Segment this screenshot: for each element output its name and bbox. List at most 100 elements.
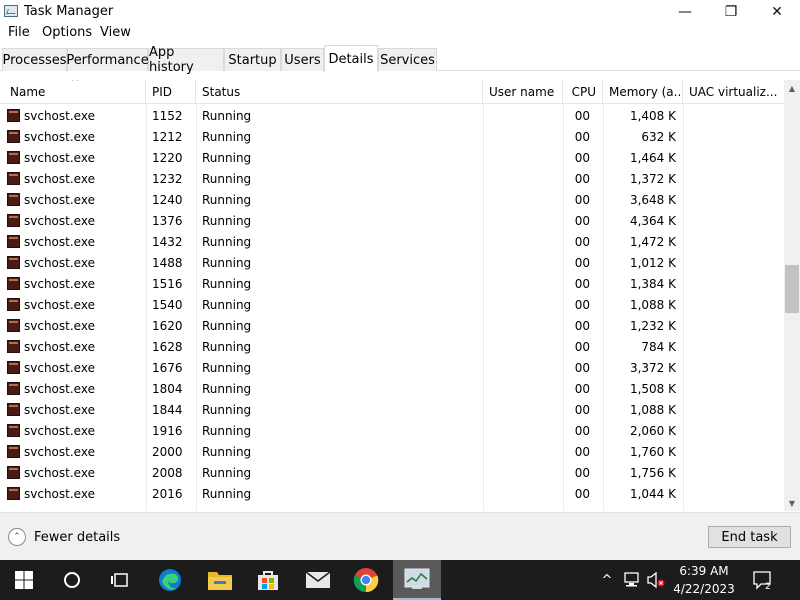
mail-icon[interactable]: [294, 560, 342, 600]
process-status: Running: [202, 339, 252, 354]
title-bar: Task Manager — ❐ ✕: [0, 0, 800, 24]
table-row[interactable]: svchost.exe 1152 Running 00 1,408 K: [0, 105, 784, 126]
table-row[interactable]: svchost.exe 1488 Running 00 1,012 K: [0, 252, 784, 273]
process-name: svchost.exe: [24, 339, 95, 354]
table-row[interactable]: svchost.exe 1916 Running 00 2,060 K: [0, 420, 784, 441]
search-circle-icon[interactable]: [48, 560, 96, 600]
process-pid: 1804: [152, 381, 183, 396]
process-pid: 1488: [152, 255, 183, 270]
maximize-button[interactable]: ❐: [708, 0, 754, 24]
process-memory: 2,060 K: [629, 423, 676, 438]
process-status: Running: [202, 465, 252, 480]
process-memory: 4,364 K: [629, 213, 676, 228]
table-row[interactable]: svchost.exe 1804 Running 00 1,508 K: [0, 378, 784, 399]
process-pid: 1628: [152, 339, 183, 354]
process-cpu: 00: [574, 423, 590, 438]
menu-view[interactable]: View: [98, 25, 133, 40]
minimize-button[interactable]: —: [662, 0, 708, 24]
process-name: svchost.exe: [24, 255, 95, 270]
process-name: svchost.exe: [24, 381, 95, 396]
process-cpu: 00: [574, 150, 590, 165]
tab-bar: Processes Performance App history Startu…: [0, 45, 800, 75]
process-icon: [7, 403, 20, 416]
table-row[interactable]: svchost.exe 1516 Running 00 1,384 K: [0, 273, 784, 294]
process-pid: 2008: [152, 465, 183, 480]
table-header: Name ^ PID Status User name CPU Memory (…: [0, 80, 784, 104]
process-status: Running: [202, 129, 252, 144]
process-name: svchost.exe: [24, 297, 95, 312]
notification-center-icon[interactable]: 2: [748, 560, 778, 600]
end-task-button[interactable]: End task: [708, 526, 791, 548]
column-header-status[interactable]: Status: [196, 80, 483, 104]
task-manager-icon: [4, 5, 18, 17]
process-memory: 1,760 K: [629, 444, 676, 459]
process-icon: [7, 109, 20, 122]
task-manager-icon[interactable]: [393, 560, 441, 600]
table-row[interactable]: svchost.exe 1620 Running 00 1,232 K: [0, 315, 784, 336]
process-cpu: 00: [574, 234, 590, 249]
process-icon: [7, 466, 20, 479]
scroll-down-arrow-icon[interactable]: ▼: [784, 495, 800, 511]
process-memory: 1,408 K: [629, 108, 676, 123]
process-cpu: 00: [574, 171, 590, 186]
process-icon: [7, 340, 20, 353]
table-row[interactable]: svchost.exe 1432 Running 00 1,472 K: [0, 231, 784, 252]
table-row[interactable]: svchost.exe 1220 Running 00 1,464 K: [0, 147, 784, 168]
close-button[interactable]: ✕: [754, 0, 800, 24]
clock[interactable]: 6:39 AM 4/22/2023: [668, 562, 740, 598]
tab-services[interactable]: Services: [378, 48, 437, 71]
process-status: Running: [202, 276, 252, 291]
menu-file[interactable]: File: [6, 25, 32, 40]
task-view-icon[interactable]: [96, 560, 144, 600]
windows-start-icon[interactable]: [0, 560, 48, 600]
column-header-uac-virtualization[interactable]: UAC virtualiz...: [683, 80, 784, 104]
notification-count: 2: [765, 582, 771, 590]
chrome-icon[interactable]: [342, 560, 390, 600]
process-memory: 1,508 K: [629, 381, 676, 396]
table-row[interactable]: svchost.exe 2000 Running 00 1,760 K: [0, 441, 784, 462]
tab-users[interactable]: Users: [281, 48, 324, 71]
process-name: svchost.exe: [24, 318, 95, 333]
table-row[interactable]: svchost.exe 1844 Running 00 1,088 K: [0, 399, 784, 420]
vertical-scrollbar[interactable]: ▲ ▼: [784, 80, 800, 511]
process-memory: 1,384 K: [629, 276, 676, 291]
tab-startup[interactable]: Startup: [224, 48, 281, 71]
table-row[interactable]: svchost.exe 1628 Running 00 784 K: [0, 336, 784, 357]
volume-muted-icon[interactable]: [645, 560, 667, 600]
table-row[interactable]: svchost.exe 2008 Running 00 1,756 K: [0, 462, 784, 483]
process-status: Running: [202, 381, 252, 396]
file-explorer-icon[interactable]: [196, 560, 244, 600]
scroll-up-arrow-icon[interactable]: ▲: [784, 80, 800, 96]
column-header-cpu[interactable]: CPU: [563, 80, 603, 104]
column-header-user-name[interactable]: User name: [483, 80, 563, 104]
chevron-up-icon[interactable]: ^: [598, 560, 616, 600]
table-row[interactable]: svchost.exe 1232 Running 00 1,372 K: [0, 168, 784, 189]
table-row[interactable]: svchost.exe 2016 Running 00 1,044 K: [0, 483, 784, 504]
fewer-details-button[interactable]: ⌃ Fewer details: [8, 526, 120, 548]
tab-performance[interactable]: Performance: [66, 48, 149, 71]
table-row[interactable]: svchost.exe 1540 Running 00 1,088 K: [0, 294, 784, 315]
table-row[interactable]: svchost.exe 1212 Running 00 632 K: [0, 126, 784, 147]
process-status: Running: [202, 234, 252, 249]
microsoft-store-icon[interactable]: [244, 560, 292, 600]
column-header-pid[interactable]: PID: [146, 80, 196, 104]
footer-bar: ⌃ Fewer details End task: [0, 512, 800, 560]
table-row[interactable]: svchost.exe 1676 Running 00 3,372 K: [0, 357, 784, 378]
tab-processes[interactable]: Processes: [2, 48, 67, 71]
tab-details[interactable]: Details: [324, 45, 378, 72]
process-name: svchost.exe: [24, 129, 95, 144]
process-cpu: 00: [574, 192, 590, 207]
table-row[interactable]: svchost.exe 1376 Running 00 4,364 K: [0, 210, 784, 231]
menu-bar: File Options View: [0, 24, 800, 44]
process-icon: [7, 214, 20, 227]
process-status: Running: [202, 255, 252, 270]
network-icon[interactable]: [621, 560, 643, 600]
column-header-memory[interactable]: Memory (a...: [603, 80, 683, 104]
menu-options[interactable]: Options: [40, 25, 94, 40]
process-memory: 3,372 K: [629, 360, 676, 375]
edge-browser-icon[interactable]: [146, 560, 194, 600]
table-row[interactable]: svchost.exe 1240 Running 00 3,648 K: [0, 189, 784, 210]
scrollbar-thumb[interactable]: [785, 265, 799, 313]
tab-app-history[interactable]: App history: [148, 45, 224, 75]
column-header-name[interactable]: Name ^: [4, 80, 146, 104]
